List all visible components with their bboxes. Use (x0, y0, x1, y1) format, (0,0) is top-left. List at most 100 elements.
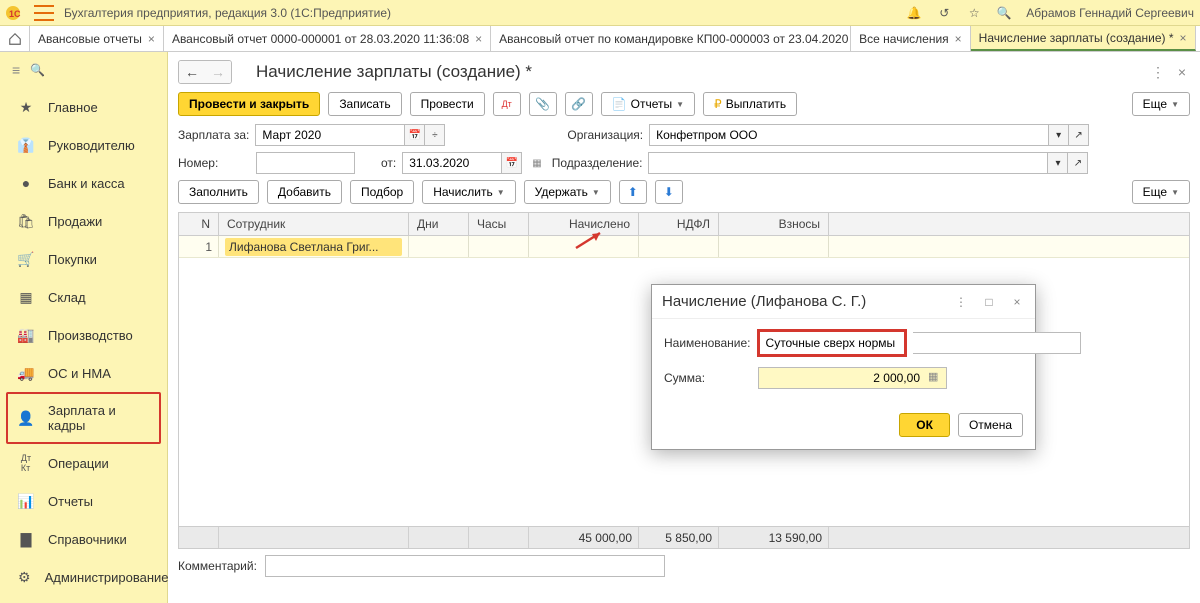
open-icon[interactable]: ↗ (1069, 124, 1089, 146)
name-label: Наименование: (664, 336, 751, 350)
table-more-button[interactable]: Еще ▼ (1132, 180, 1190, 204)
sidebar-item-label: Справочники (48, 532, 127, 547)
col-hours[interactable]: Часы (469, 213, 529, 235)
tab-item[interactable]: Все начисления× (851, 26, 971, 51)
sidebar-item-operations[interactable]: ДтКтОперации (0, 444, 167, 482)
btn-label: Выплатить (726, 97, 787, 111)
table-row[interactable]: 1 Лифанова Светлана Григ... (179, 236, 1189, 258)
attach-button[interactable]: 📎 (529, 92, 557, 116)
sidebar-item-assets[interactable]: 🚚 ОС и НМА (0, 354, 167, 392)
date-field[interactable] (402, 152, 502, 174)
month-field[interactable] (255, 124, 405, 146)
col-employee[interactable]: Сотрудник (219, 213, 409, 235)
star-icon[interactable]: ☆ (966, 5, 982, 21)
sidebar-item-label: Производство (48, 328, 133, 343)
sidebar-item-admin[interactable]: ⚙Администрирование (0, 558, 167, 596)
history-icon[interactable]: ↺ (936, 5, 952, 21)
calendar-icon[interactable]: 📅 (405, 124, 425, 146)
cell-hours (469, 236, 529, 257)
col-ndfl[interactable]: НДФЛ (639, 213, 719, 235)
kebab-icon[interactable]: ⋮ (1150, 64, 1166, 80)
link-button[interactable]: 🔗 (565, 92, 593, 116)
truck-icon: 🚚 (18, 365, 34, 381)
dtkt-button[interactable]: Дт (493, 92, 521, 116)
org-field[interactable] (649, 124, 1049, 146)
dept-field[interactable] (648, 152, 1048, 174)
post-button[interactable]: Провести (410, 92, 485, 116)
close-icon[interactable]: × (475, 32, 482, 46)
pay-button[interactable]: ₽ Выплатить (703, 92, 797, 116)
add-button[interactable]: Добавить (267, 180, 342, 204)
number-label: Номер: (178, 156, 250, 170)
comment-field[interactable] (265, 555, 665, 577)
save-button[interactable]: Записать (328, 92, 401, 116)
lock-icon[interactable]: ▦ (532, 158, 541, 169)
ok-button[interactable]: ОК (899, 413, 950, 437)
sidebar-item-purchases[interactable]: 🛒Покупки (0, 240, 167, 278)
tab-item-active[interactable]: Начисление зарплаты (создание) *× (971, 26, 1196, 51)
sidebar-search-icon[interactable]: 🔍 (30, 63, 45, 77)
cell-employee: Лифанова Светлана Григ... (219, 236, 409, 257)
fill-button[interactable]: Заполнить (178, 180, 259, 204)
spinner-icon[interactable]: ÷ (425, 124, 445, 146)
search-icon[interactable]: 🔍 (996, 5, 1012, 21)
calculator-icon[interactable]: ▦ (928, 370, 944, 386)
forward-button[interactable]: → (205, 61, 231, 83)
content-area: ← → Начисление зарплаты (создание) * ⋮ ×… (168, 52, 1200, 603)
sidebar-item-main[interactable]: ★Главное (0, 88, 167, 126)
move-down-button[interactable]: ⬇ (655, 180, 683, 204)
col-days[interactable]: Дни (409, 213, 469, 235)
col-accrued[interactable]: Начислено (529, 213, 639, 235)
reports-button[interactable]: 📄 Отчеты ▼ (601, 92, 695, 116)
menu-icon[interactable] (34, 5, 54, 21)
close-icon[interactable]: × (1180, 31, 1187, 45)
open-icon[interactable]: ↗ (1068, 152, 1088, 174)
maximize-icon[interactable]: □ (981, 294, 997, 310)
dropdown-icon[interactable]: ▾ (1049, 124, 1069, 146)
kebab-icon[interactable]: ⋮ (953, 294, 969, 310)
close-icon[interactable]: × (955, 32, 962, 46)
sidebar-menu-icon[interactable]: ≡ (12, 62, 20, 78)
sum-field[interactable] (758, 367, 947, 389)
sidebar-item-reports[interactable]: 📊Отчеты (0, 482, 167, 520)
user-name[interactable]: Абрамов Геннадий Сергеевич (1026, 6, 1194, 20)
tab-item[interactable]: Авансовый отчет по командировке КП00-000… (491, 26, 851, 51)
sidebar-item-warehouse[interactable]: ▦Склад (0, 278, 167, 316)
col-contrib[interactable]: Взносы (719, 213, 829, 235)
sidebar-item-catalogs[interactable]: ▇Справочники (0, 520, 167, 558)
sidebar-item-salary[interactable]: 👤Зарплата и кадры (6, 392, 161, 444)
name-field[interactable] (760, 332, 904, 354)
app-title: Бухгалтерия предприятия, редакция 3.0 (1… (64, 6, 906, 20)
accrue-button[interactable]: Начислить ▼ (422, 180, 515, 204)
tab-item[interactable]: Авансовые отчеты× (30, 26, 164, 51)
sidebar-item-label: ОС и НМА (48, 366, 111, 381)
dropdown-icon[interactable]: ▾ (1048, 152, 1068, 174)
col-n[interactable]: N (179, 213, 219, 235)
number-field[interactable] (256, 152, 355, 174)
bell-icon[interactable]: 🔔 (906, 5, 922, 21)
close-icon[interactable]: × (148, 32, 155, 46)
chart-icon: 📊 (18, 493, 34, 509)
more-button[interactable]: Еще ▼ (1132, 92, 1190, 116)
move-up-button[interactable]: ⬆ (619, 180, 647, 204)
bag-icon: 🛍 (18, 213, 34, 229)
sidebar-item-bank[interactable]: ●Банк и касса (0, 164, 167, 202)
tab-item[interactable]: Авансовый отчет 0000-000001 от 28.03.202… (164, 26, 491, 51)
page-title: Начисление зарплаты (создание) * (256, 62, 1150, 82)
calendar-icon[interactable]: 📅 (502, 152, 522, 174)
sidebar-item-production[interactable]: 🏭Производство (0, 316, 167, 354)
name-field-ext[interactable] (913, 332, 1081, 354)
star-icon: ★ (18, 99, 34, 115)
close-icon[interactable]: × (1009, 294, 1025, 310)
pick-button[interactable]: Подбор (350, 180, 414, 204)
sidebar-item-sales[interactable]: 🛍Продажи (0, 202, 167, 240)
sidebar-item-manager[interactable]: 👔Руководителю (0, 126, 167, 164)
home-tab[interactable] (0, 26, 30, 51)
post-close-button[interactable]: Провести и закрыть (178, 92, 320, 116)
sidebar-item-label: Покупки (48, 252, 97, 267)
close-icon[interactable]: × (1174, 64, 1190, 80)
from-label: от: (381, 156, 396, 170)
back-button[interactable]: ← (179, 61, 205, 83)
cancel-button[interactable]: Отмена (958, 413, 1023, 437)
deduct-button[interactable]: Удержать ▼ (524, 180, 611, 204)
